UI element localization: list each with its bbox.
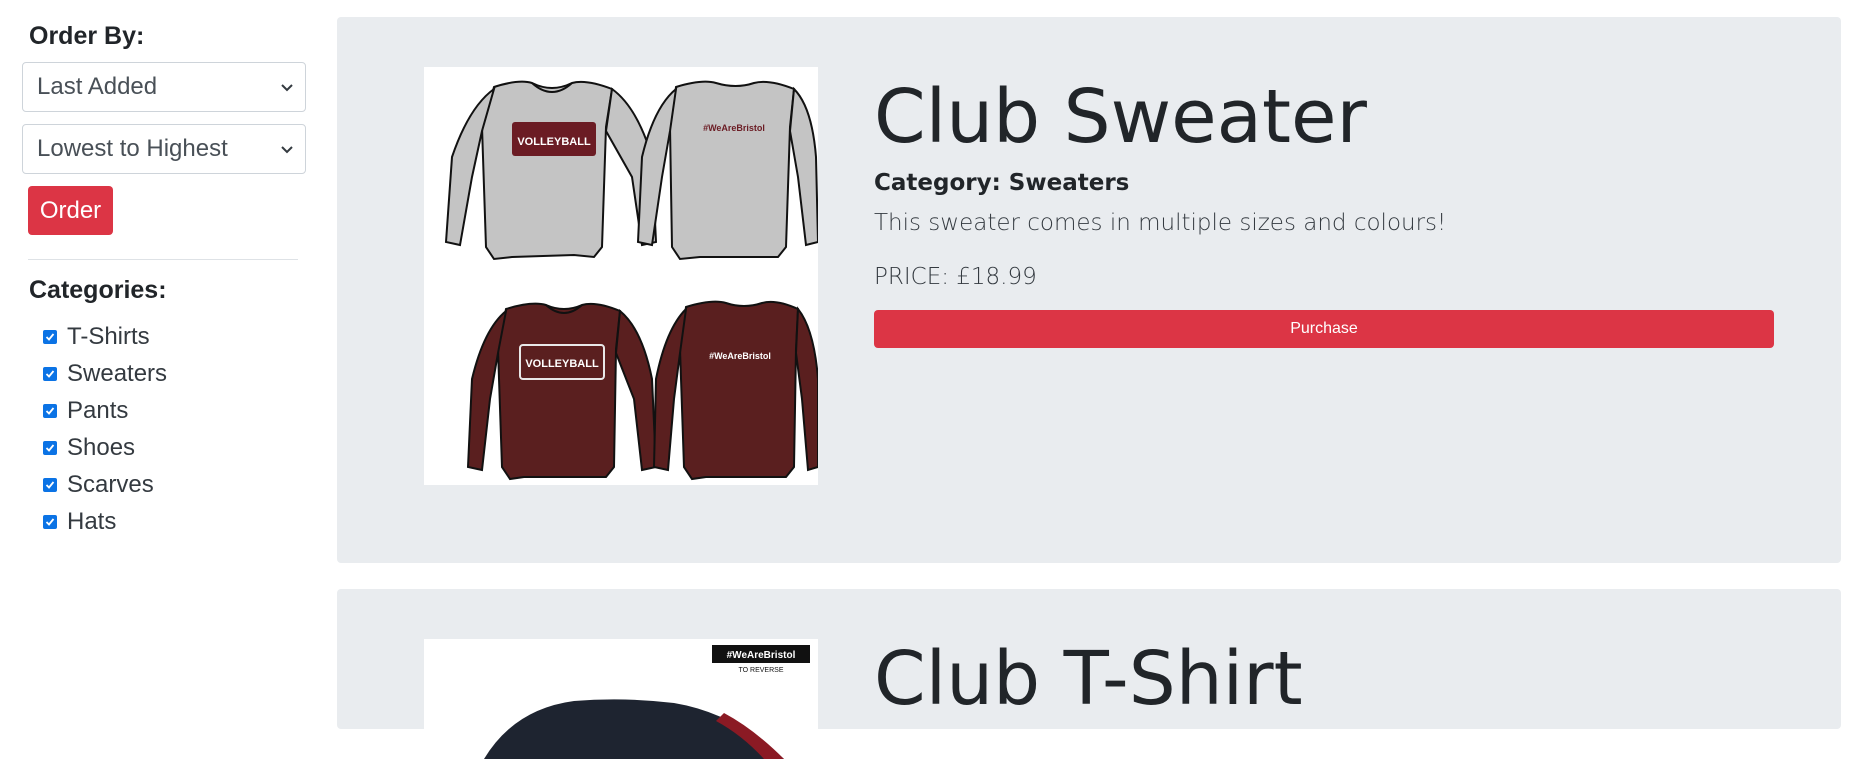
- sort-field-value: Last Added: [37, 73, 158, 100]
- category-label: Hats: [67, 507, 117, 535]
- back-print-text: #WeAreBristol: [703, 123, 765, 133]
- category-label: Shoes: [67, 433, 136, 461]
- tag-text: #WeAreBristol: [727, 650, 796, 661]
- checkbox-shoes[interactable]: [43, 440, 57, 455]
- product-info: Club Sweater Category: Sweaters This swe…: [874, 72, 1774, 348]
- chevron-down-icon: [281, 84, 293, 92]
- maroon-sweater-back: #WeAreBristol: [652, 300, 818, 481]
- product-card: VOLLEYBALL #WeAreBristol VOLLEYBALL #WeA…: [337, 17, 1841, 563]
- checkbox-hats[interactable]: [43, 514, 57, 529]
- checkmark-icon: [45, 517, 55, 526]
- checkmark-icon: [45, 480, 55, 489]
- order-by-heading: Order By:: [29, 22, 145, 50]
- order-button[interactable]: Order: [28, 186, 113, 235]
- checkbox-scarves[interactable]: [43, 477, 57, 492]
- product-image: #WeAreBristol TO REVERSE: [424, 639, 818, 759]
- categories-heading: Categories:: [29, 276, 167, 304]
- sort-direction-select[interactable]: Lowest to Highest: [22, 124, 306, 174]
- back-print-text: #WeAreBristol: [709, 351, 771, 361]
- product-info: Club T-Shirt: [874, 634, 1774, 724]
- grey-sweater-back: #WeAreBristol: [636, 80, 818, 261]
- front-print-text: VOLLEYBALL: [517, 136, 591, 148]
- checkmark-icon: [45, 443, 55, 452]
- category-item-pants[interactable]: Pants: [43, 392, 307, 429]
- category-label: Pants: [67, 396, 129, 424]
- category-item-tshirts[interactable]: T-Shirts: [43, 318, 307, 355]
- sidebar-divider: [28, 259, 298, 260]
- chevron-down-icon: [281, 146, 293, 154]
- checkbox-sweaters[interactable]: [43, 366, 57, 381]
- grey-sweater-front: VOLLEYBALL: [444, 80, 658, 261]
- product-description: This sweater comes in multiple sizes and…: [874, 210, 1447, 236]
- category-list: T-Shirts Sweaters Pants Shoes Scarves Ha…: [43, 318, 307, 540]
- category-item-sweaters[interactable]: Sweaters: [43, 355, 307, 392]
- category-label: Sweaters: [67, 359, 168, 387]
- checkmark-icon: [45, 406, 55, 415]
- category-item-shoes[interactable]: Shoes: [43, 429, 307, 466]
- category-item-scarves[interactable]: Scarves: [43, 466, 307, 503]
- filter-sidebar: Order By: Last Added Lowest to Highest O…: [22, 18, 307, 540]
- purchase-button[interactable]: Purchase: [874, 310, 1774, 348]
- maroon-sweater-front: VOLLEYBALL: [466, 302, 658, 481]
- checkmark-icon: [45, 332, 55, 341]
- product-card: #WeAreBristol TO REVERSE Club T-Shirt: [337, 589, 1841, 759]
- product-price: PRICE: £18.99: [874, 264, 1037, 290]
- category-label: Scarves: [67, 470, 154, 498]
- tag-subtext: TO REVERSE: [739, 667, 784, 674]
- product-title: Club Sweater: [874, 74, 1367, 160]
- sweater-illustration: VOLLEYBALL #WeAreBristol VOLLEYBALL #WeA…: [444, 80, 818, 481]
- checkbox-tshirts[interactable]: [43, 329, 57, 344]
- product-title: Club T-Shirt: [874, 636, 1303, 722]
- checkbox-pants[interactable]: [43, 403, 57, 418]
- category-item-hats[interactable]: Hats: [43, 503, 307, 540]
- category-label: T-Shirts: [67, 322, 150, 350]
- checkmark-icon: [45, 369, 55, 378]
- product-image: VOLLEYBALL #WeAreBristol VOLLEYBALL #WeA…: [424, 67, 818, 485]
- sort-direction-value: Lowest to Highest: [37, 135, 228, 162]
- front-print-text: VOLLEYBALL: [525, 358, 599, 370]
- product-category: Category: Sweaters: [874, 170, 1130, 196]
- sort-field-select[interactable]: Last Added: [22, 62, 306, 112]
- tshirt-illustration: #WeAreBristol TO REVERSE: [484, 645, 810, 759]
